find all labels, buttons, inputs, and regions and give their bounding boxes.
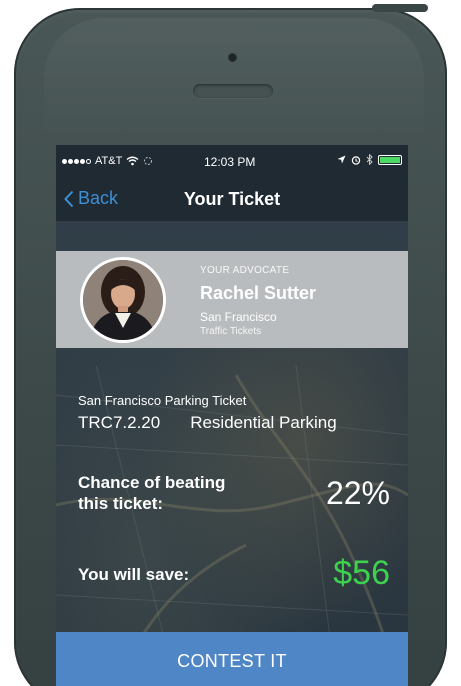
signal-dots-icon	[62, 158, 91, 164]
page-title: Your Ticket	[183, 189, 281, 209]
advocate-avatar	[80, 257, 166, 343]
ticket-violation: Residential Parking	[190, 413, 337, 432]
chance-label: Chance of beating this ticket:	[78, 472, 225, 514]
advocate-kicker: YOUR ADVOCATE	[200, 265, 290, 276]
chance-label-line2: this ticket:	[78, 494, 164, 513]
advocate-info: YOUR ADVOCATE Rachel Sutter San Francisc…	[200, 265, 316, 337]
phone-side-button	[372, 4, 428, 12]
battery-fill	[380, 156, 400, 163]
advocate-photo	[83, 260, 163, 340]
location-arrow-icon	[337, 155, 346, 164]
wifi-icon	[126, 156, 139, 166]
ticket-type: San Francisco Parking Ticket	[78, 393, 247, 408]
phone-sheen	[44, 18, 424, 138]
ticket-details: TRC7.2.20 Residential Parking	[78, 413, 337, 433]
page: AT&T 12:03 PM Back Your Ticket YOUR ADVO…	[0, 0, 461, 686]
phone-screen: AT&T 12:03 PM Back Your Ticket YOUR ADVO…	[56, 145, 408, 686]
front-camera	[229, 54, 236, 61]
contest-button[interactable]: CONTEST IT	[56, 632, 408, 686]
activity-spinner-icon	[144, 157, 153, 165]
advocate-name: Rachel Sutter	[200, 283, 317, 303]
navigation-bar: Back Your Ticket	[56, 179, 408, 221]
alarm-icon	[351, 155, 361, 165]
ticket-code: TRC7.2.20	[78, 413, 161, 432]
advocate-city: San Francisco	[200, 310, 277, 324]
earpiece-speaker	[193, 84, 273, 98]
status-time: 12:03 PM	[204, 155, 256, 169]
bluetooth-icon	[366, 154, 373, 165]
advocate-specialty: Traffic Tickets	[200, 326, 262, 337]
status-bar: AT&T 12:03 PM	[56, 145, 408, 179]
save-value: $56	[333, 554, 390, 592]
chance-value: 22%	[325, 475, 390, 511]
advocate-card[interactable]: YOUR ADVOCATE Rachel Sutter San Francisc…	[56, 251, 408, 348]
save-label: You will save:	[78, 565, 190, 584]
carrier-label: AT&T	[95, 155, 123, 167]
status-right	[337, 154, 402, 165]
chance-label-line1: Chance of beating	[78, 473, 226, 492]
battery-icon	[378, 154, 402, 165]
status-left: AT&T	[62, 155, 153, 167]
